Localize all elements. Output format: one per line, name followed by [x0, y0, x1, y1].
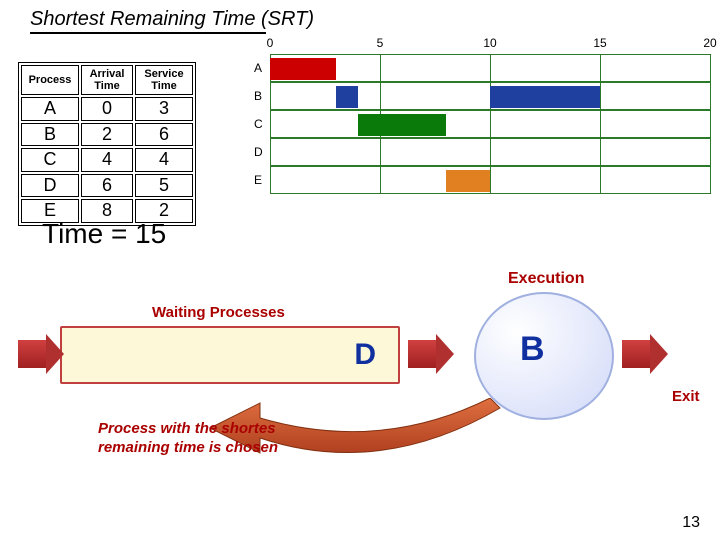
gantt-tick — [710, 54, 711, 194]
gantt-bar — [446, 170, 490, 192]
gantt-row-label: B — [254, 89, 262, 103]
cell: 3 — [135, 97, 193, 121]
gantt-row: A — [270, 54, 710, 82]
arrow-to-exec-icon — [408, 340, 436, 373]
page-number: 13 — [682, 514, 700, 532]
waiting-proc: D — [354, 338, 376, 372]
cell: 6 — [135, 123, 193, 147]
cell: A — [21, 97, 79, 121]
running-proc: B — [520, 330, 545, 369]
gantt-row: B — [270, 82, 710, 110]
cell: 2 — [81, 123, 133, 147]
arrow-in-icon — [18, 340, 46, 373]
gantt-bar — [490, 86, 600, 108]
cell: 4 — [81, 148, 133, 172]
table-row: B26 — [21, 123, 193, 147]
cell: 0 — [81, 97, 133, 121]
process-table: Process Arrival Time Service Time A03 B2… — [18, 62, 196, 226]
gantt-tick-label: 15 — [593, 36, 606, 50]
gantt-tick-label: 20 — [703, 36, 716, 50]
time-label: Time = 15 — [42, 218, 166, 250]
caption-line: Process with the shortes — [98, 420, 276, 437]
gantt-bar — [336, 86, 358, 108]
table-row: A03 — [21, 97, 193, 121]
gantt-row-label: A — [254, 61, 262, 75]
gantt-row-label: E — [254, 173, 262, 187]
gantt-row-label: D — [254, 145, 263, 159]
th-process: Process — [21, 65, 79, 95]
th-arrival: Arrival Time — [81, 65, 133, 95]
gantt-bar — [270, 58, 336, 80]
arrow-exit-icon — [622, 340, 650, 373]
cell: D — [21, 174, 79, 198]
gantt-row: E — [270, 166, 710, 194]
cell: 5 — [135, 174, 193, 198]
gantt-tick-label: 10 — [483, 36, 496, 50]
table-row: C44 — [21, 148, 193, 172]
execution-label: Execution — [508, 270, 584, 288]
cell: B — [21, 123, 79, 147]
cell: 4 — [135, 148, 193, 172]
title-underline — [30, 32, 266, 34]
gantt-bar — [358, 114, 446, 136]
gantt-tick-label: 0 — [267, 36, 274, 50]
waiting-box: D — [60, 326, 400, 384]
gantt-row: C — [270, 110, 710, 138]
table-row: D65 — [21, 174, 193, 198]
cell: C — [21, 148, 79, 172]
th-service: Service Time — [135, 65, 193, 95]
gantt-row-label: C — [254, 117, 263, 131]
caption-line: remaining time is chosen — [98, 439, 278, 456]
gantt-tick-label: 5 — [377, 36, 384, 50]
waiting-label: Waiting Processes — [152, 304, 285, 321]
cell: 6 — [81, 174, 133, 198]
gantt-row: D — [270, 138, 710, 166]
caption: Process with the shortes remaining time … — [98, 420, 278, 458]
exit-label: Exit — [672, 388, 700, 405]
gantt-grid: 05101520ABCDE — [270, 54, 710, 194]
gantt-chart: 05101520ABCDE — [250, 34, 710, 194]
slide-title: Shortest Remaining Time (SRT) — [30, 8, 314, 31]
